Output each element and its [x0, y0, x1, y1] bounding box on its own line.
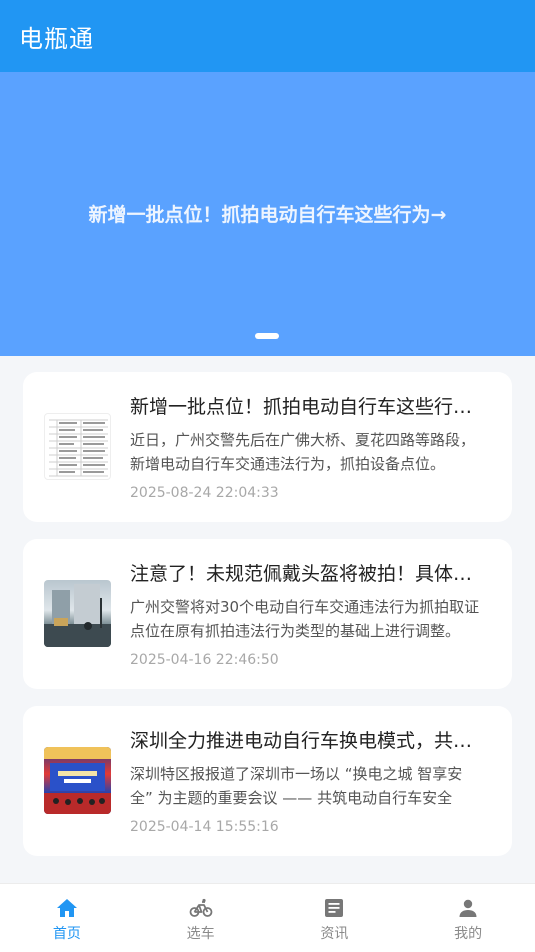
- news-headline: 注意了！未规范佩戴头盔将被拍！具体点位→: [130, 563, 482, 585]
- tab-select-bike[interactable]: 选车: [134, 884, 268, 952]
- tab-home[interactable]: 首页: [0, 884, 134, 952]
- home-icon: [56, 899, 77, 917]
- banner-text: 新增一批点位！抓拍电动自行车这些行为→: [88, 204, 447, 226]
- news-icon: [325, 899, 344, 917]
- news-card[interactable]: 注意了！未规范佩戴头盔将被拍！具体点位→ 广州交警将对30个电动自行车交通违法行…: [23, 539, 512, 689]
- tab-label: 选车: [186, 926, 215, 942]
- news-card[interactable]: 深圳全力推进电动自行车换电模式，共筑安全 深圳特区报报道了深圳市一场以 “换电之…: [23, 706, 512, 856]
- news-thumbnail: [44, 747, 111, 814]
- bicycle-icon: [189, 898, 213, 917]
- tab-label: 资讯: [320, 926, 349, 942]
- news-time: 2025-04-14 15:55:16: [130, 819, 279, 835]
- tab-profile[interactable]: 我的: [401, 884, 535, 952]
- news-thumbnail: [44, 413, 111, 480]
- news-card[interactable]: 新增一批点位！抓拍电动自行车这些行为→ 近日，广州交警先后在广佛大桥、夏花四路等…: [23, 372, 512, 522]
- news-time: 2025-04-16 22:46:50: [130, 652, 279, 668]
- news-summary: 深圳特区报报道了深圳市一场以 “换电之城 智享安全” 为主题的重要会议 —— 共…: [130, 765, 463, 807]
- news-headline: 新增一批点位！抓拍电动自行车这些行为→: [130, 396, 482, 418]
- news-headline: 深圳全力推进电动自行车换电模式，共筑安全: [130, 730, 482, 752]
- tab-label: 我的: [454, 926, 483, 942]
- tab-label: 首页: [52, 926, 81, 942]
- carousel-indicator: [255, 333, 279, 339]
- app-bar: 电瓶通: [0, 0, 535, 72]
- news-summary: 广州交警将对30个电动自行车交通违法行为抓拍取证点位在原有抓拍违法行为类型的基础…: [130, 598, 480, 640]
- bottom-tab-bar: 首页 选车 资讯 我的: [0, 883, 535, 952]
- user-icon: [459, 899, 477, 917]
- news-summary: 近日，广州交警先后在广佛大桥、夏花四路等路段，新增电动自行车交通违法行为，抓拍设…: [130, 431, 476, 473]
- banner-carousel[interactable]: 新增一批点位！抓拍电动自行车这些行为→: [0, 72, 535, 356]
- news-time: 2025-08-24 22:04:33: [130, 485, 279, 501]
- tab-news[interactable]: 资讯: [268, 884, 402, 952]
- app-title: 电瓶通: [19, 24, 94, 53]
- news-thumbnail: [44, 580, 111, 647]
